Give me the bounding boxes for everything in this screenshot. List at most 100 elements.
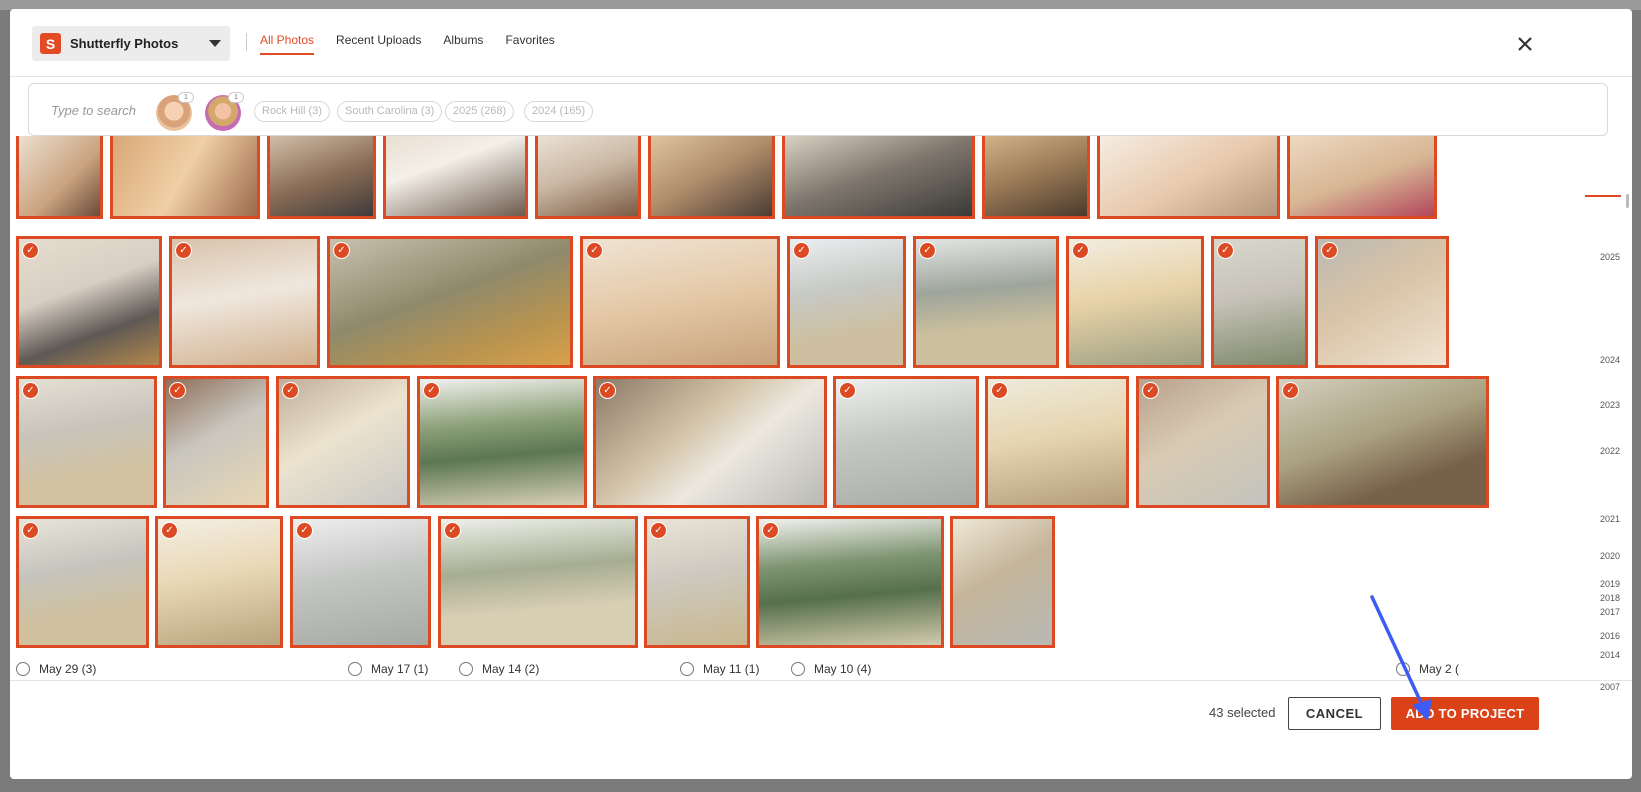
- timeline-year[interactable]: 2022: [1530, 446, 1620, 456]
- photo-thumbnail[interactable]: ✓: [756, 516, 944, 648]
- modal-footer: 43 selected CANCEL ADD TO PROJECT: [10, 680, 1632, 779]
- search-input[interactable]: Type to search: [51, 103, 136, 118]
- photo-thumbnail[interactable]: ✓: [327, 236, 573, 368]
- photo-thumbnail[interactable]: ✓: [913, 236, 1059, 368]
- checkmark-icon: ✓: [762, 522, 779, 539]
- date-group-may-17: May 17 (1): [348, 659, 428, 679]
- date-group-select-radio[interactable]: [16, 662, 30, 676]
- tab-favorites[interactable]: Favorites: [505, 33, 554, 55]
- search-bar[interactable]: Type to search 1 1 Rock Hill (3) South C…: [28, 83, 1608, 136]
- photo-thumbnail[interactable]: ✓: [1315, 236, 1449, 368]
- photo-thumbnail[interactable]: [110, 136, 260, 219]
- checkmark-icon: ✓: [444, 522, 461, 539]
- checkmark-icon: ✓: [175, 242, 192, 259]
- scrollbar-thumb[interactable]: [1626, 194, 1629, 208]
- photo-thumbnail[interactable]: ✓: [163, 376, 269, 508]
- photo-thumbnail[interactable]: ✓: [580, 236, 780, 368]
- timeline-position-marker[interactable]: [1585, 195, 1621, 197]
- date-group-select-radio[interactable]: [680, 662, 694, 676]
- cancel-button[interactable]: CANCEL: [1288, 697, 1381, 730]
- photo-thumbnail[interactable]: ✓: [438, 516, 638, 648]
- close-icon: [1518, 37, 1532, 51]
- source-tabs: All Photos Recent Uploads Albums Favorit…: [260, 33, 555, 55]
- checkmark-icon: ✓: [793, 242, 810, 259]
- photo-thumbnail[interactable]: ✓: [1276, 376, 1489, 508]
- filter-chip-south-carolina[interactable]: South Carolina (3): [337, 101, 443, 122]
- photo-thumbnail[interactable]: ✓: [833, 376, 979, 508]
- date-group-may-10: May 10 (4): [791, 659, 871, 679]
- photo-thumbnail[interactable]: ✓: [593, 376, 827, 508]
- add-to-project-button[interactable]: ADD TO PROJECT: [1391, 697, 1539, 730]
- photo-source-label: Shutterfly Photos: [70, 36, 179, 51]
- timeline-year[interactable]: 2018: [1530, 593, 1620, 603]
- photo-thumbnail[interactable]: [535, 136, 641, 219]
- checkmark-icon: ✓: [991, 382, 1008, 399]
- photo-thumbnail[interactable]: ✓: [787, 236, 906, 368]
- date-group-select-radio[interactable]: [791, 662, 805, 676]
- checkmark-icon: ✓: [22, 242, 39, 259]
- date-group-select-radio[interactable]: [1396, 662, 1410, 676]
- shutterfly-logo-icon: S: [40, 33, 61, 54]
- timeline-year[interactable]: 2019: [1530, 579, 1620, 589]
- checkmark-icon: ✓: [333, 242, 350, 259]
- photo-thumbnail[interactable]: [267, 136, 376, 219]
- photo-grid: ✓ ✓ ✓ ✓ ✓ ✓ ✓ ✓ ✓ ✓ ✓ ✓ ✓ ✓ ✓ ✓ ✓ ✓ ✓ ✓ …: [10, 136, 1530, 680]
- checkmark-icon: ✓: [161, 522, 178, 539]
- photo-thumbnail[interactable]: ✓: [1136, 376, 1270, 508]
- photo-thumbnail[interactable]: [782, 136, 975, 219]
- photo-thumbnail[interactable]: ✓: [169, 236, 320, 368]
- photo-thumbnail[interactable]: [648, 136, 775, 219]
- date-group-may-2: May 2 (: [1396, 659, 1459, 679]
- photo-thumbnail[interactable]: ✓: [417, 376, 587, 508]
- photo-thumbnail[interactable]: ✓: [1211, 236, 1308, 368]
- checkmark-icon: ✓: [1282, 382, 1299, 399]
- date-group-may-11: May 11 (1): [680, 659, 759, 679]
- tab-recent-uploads[interactable]: Recent Uploads: [336, 33, 421, 55]
- filter-chip-2025[interactable]: 2025 (268): [445, 101, 515, 122]
- photo-thumbnail[interactable]: ✓: [16, 516, 149, 648]
- timeline-year[interactable]: 2023: [1530, 400, 1620, 410]
- checkmark-icon: ✓: [423, 382, 440, 399]
- checkmark-icon: ✓: [22, 382, 39, 399]
- checkmark-icon: ✓: [919, 242, 936, 259]
- checkmark-icon: ✓: [1142, 382, 1159, 399]
- timeline-year[interactable]: 2025: [1530, 252, 1620, 262]
- checkmark-icon: ✓: [1072, 242, 1089, 259]
- face-count-badge: 1: [228, 92, 244, 103]
- timeline-year[interactable]: 2017: [1530, 607, 1620, 617]
- photo-thumbnail[interactable]: ✓: [644, 516, 750, 648]
- photo-thumbnail[interactable]: [1287, 136, 1437, 219]
- photo-thumbnail[interactable]: ✓: [155, 516, 283, 648]
- timeline-year[interactable]: 2024: [1530, 355, 1620, 365]
- timeline-year[interactable]: 2020: [1530, 551, 1620, 561]
- checkmark-icon: ✓: [839, 382, 856, 399]
- checkmark-icon: ✓: [296, 522, 313, 539]
- photo-thumbnail[interactable]: [1097, 136, 1280, 219]
- checkmark-icon: ✓: [650, 522, 667, 539]
- filter-chip-rock-hill[interactable]: Rock Hill (3): [254, 101, 330, 122]
- close-button[interactable]: [1510, 29, 1540, 59]
- tab-all-photos[interactable]: All Photos: [260, 33, 315, 55]
- selected-count: 43 selected: [1209, 705, 1276, 720]
- date-group-select-radio[interactable]: [348, 662, 362, 676]
- tab-albums[interactable]: Albums: [443, 33, 483, 55]
- photo-thumbnail[interactable]: [950, 516, 1055, 648]
- photo-thumbnail[interactable]: [982, 136, 1090, 219]
- timeline-year[interactable]: 2016: [1530, 631, 1620, 641]
- timeline-year[interactable]: 2014: [1530, 650, 1620, 660]
- photo-thumbnail[interactable]: ✓: [290, 516, 431, 648]
- year-timeline-scrubber[interactable]: 2025 2024 2023 2022 2021 2020 2019 2018 …: [1530, 136, 1630, 692]
- photo-source-dropdown[interactable]: S Shutterfly Photos: [32, 26, 230, 61]
- photo-thumbnail[interactable]: ✓: [1066, 236, 1204, 368]
- date-group-select-radio[interactable]: [459, 662, 473, 676]
- photo-thumbnail[interactable]: [16, 136, 103, 219]
- photo-thumbnail[interactable]: ✓: [985, 376, 1129, 508]
- filter-chip-2024[interactable]: 2024 (165): [524, 101, 594, 122]
- photo-thumbnail[interactable]: ✓: [16, 236, 162, 368]
- face-count-badge: 1: [178, 92, 194, 103]
- photo-thumbnail[interactable]: [383, 136, 528, 219]
- timeline-year[interactable]: 2021: [1530, 514, 1620, 524]
- photo-thumbnail[interactable]: ✓: [16, 376, 157, 508]
- photo-thumbnail[interactable]: ✓: [276, 376, 410, 508]
- chevron-down-icon: [209, 40, 221, 47]
